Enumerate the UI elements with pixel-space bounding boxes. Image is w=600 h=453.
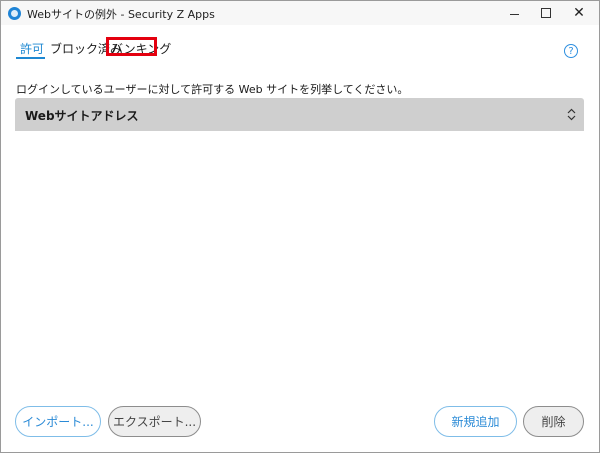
selected-tab-indicator (16, 57, 45, 59)
column-header-website-address[interactable]: Webサイトアドレス (25, 107, 139, 124)
app-logo-icon (8, 7, 21, 20)
minimize-button[interactable] (497, 1, 531, 25)
website-list[interactable] (15, 131, 584, 391)
export-button[interactable]: エクスポート... (108, 406, 201, 437)
tab-permit[interactable]: 許可 (20, 40, 44, 57)
maximize-icon (541, 8, 551, 18)
help-icon[interactable]: ? (564, 44, 578, 58)
minimize-icon (509, 13, 519, 15)
close-button[interactable]: ✕ (562, 1, 596, 25)
title-bar: Webサイトの例外 - Security Z Apps ✕ (1, 1, 599, 25)
sort-icon[interactable] (567, 108, 576, 121)
window-title: Webサイトの例外 - Security Z Apps (27, 8, 215, 21)
delete-button[interactable]: 削除 (523, 406, 584, 437)
add-new-button[interactable]: 新規追加 (434, 406, 517, 437)
table-header: Webサイトアドレス (15, 98, 584, 131)
highlight-annotation-box (106, 37, 157, 56)
import-button[interactable]: インポート... (15, 406, 101, 437)
maximize-button[interactable] (529, 1, 563, 25)
close-icon: ✕ (573, 5, 585, 21)
instruction-text: ログインしているユーザーに対して許可する Web サイトを列挙してください。 (16, 83, 409, 96)
